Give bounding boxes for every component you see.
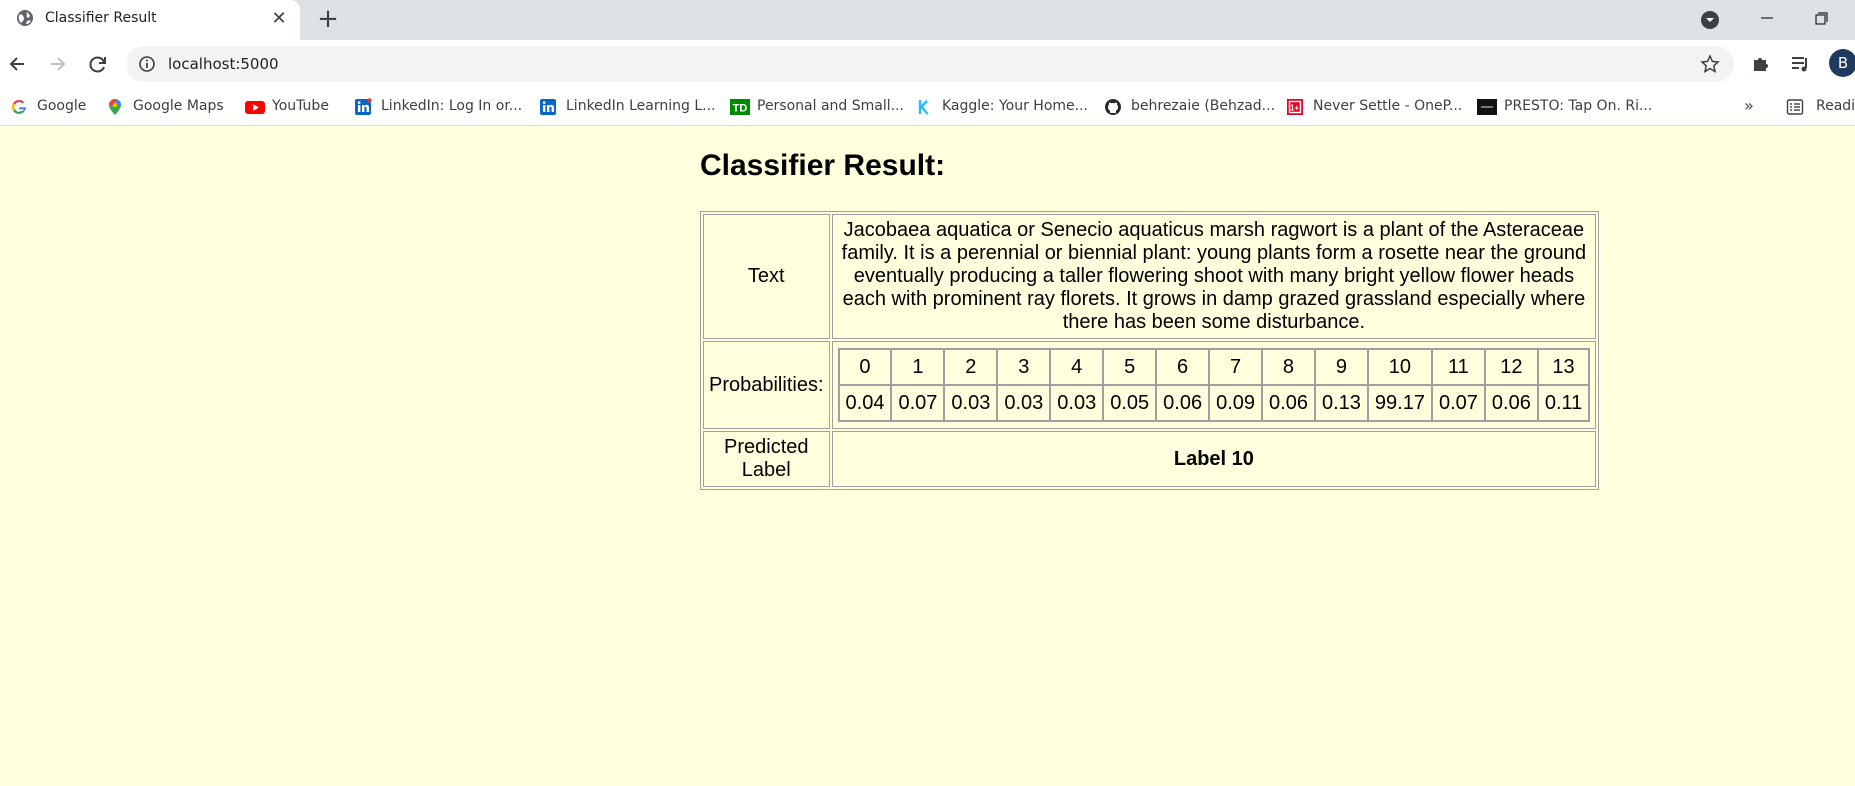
probability-value-cell: 0.03: [944, 385, 998, 421]
probability-value-cell: 99.17: [1367, 385, 1432, 421]
reload-icon[interactable]: [84, 50, 112, 78]
forward-arrow-icon[interactable]: [43, 50, 71, 78]
page-content: Classifier Result: Text Jacobaea aquatic…: [0, 127, 1855, 786]
probability-value-cell: 0.06: [1484, 385, 1538, 421]
svg-text:TD: TD: [733, 103, 748, 115]
class-label-cell: 8: [1262, 349, 1315, 385]
td-bank-icon: TD: [730, 98, 750, 116]
tab-search-icon[interactable]: [1698, 8, 1722, 32]
probabilities-cell: 0 1 2 3 4 5 6 7 8 9 10 11 12 13 0.04 0.0…: [831, 341, 1597, 429]
address-bar[interactable]: localhost:5000: [126, 46, 1734, 82]
bookmarks-overflow-button[interactable]: »: [1744, 96, 1754, 115]
probability-value-cell: 0.04: [838, 385, 892, 421]
youtube-icon: [245, 98, 265, 116]
text-row-header: Text: [703, 214, 830, 339]
bookmark-label: LinkedIn Learning L...: [566, 98, 716, 114]
kaggle-icon: [915, 98, 933, 116]
probability-value-cell: 0.03: [1050, 385, 1104, 421]
restore-window-icon[interactable]: [1806, 4, 1836, 32]
probability-value-cell: 0.09: [1209, 385, 1263, 421]
probability-value-cell: 0.07: [891, 385, 945, 421]
tab-title: Classifier Result: [45, 10, 157, 26]
bookmark-star-icon[interactable]: [1700, 54, 1720, 74]
bookmark-label: behrezaie (Behzad...: [1131, 98, 1276, 114]
class-label-cell: 5: [1103, 349, 1157, 385]
presto-icon: [1477, 98, 1497, 116]
class-label-cell: 11: [1431, 349, 1485, 385]
bookmark-label: Personal and Small...: [757, 98, 904, 114]
probability-values-row: 0.04 0.07 0.03 0.03 0.03 0.05 0.06 0.09 …: [838, 385, 1590, 421]
classifier-result-table: Text Jacobaea aquatica or Senecio aquati…: [700, 211, 1600, 490]
extensions-puzzle-icon[interactable]: [1747, 50, 1775, 78]
site-info-icon[interactable]: [138, 55, 156, 73]
bookmark-label: LinkedIn: Log In or...: [381, 98, 523, 114]
class-label-cell: 7: [1209, 349, 1263, 385]
svg-text:1+: 1+: [1290, 104, 1299, 113]
class-label-cell: 1: [891, 349, 945, 385]
page-title: Classifier Result:: [700, 149, 946, 182]
text-row: Text Jacobaea aquatica or Senecio aquati…: [703, 214, 1597, 339]
class-label-cell: 13: [1537, 349, 1590, 385]
bookmarks-bar: Google Google Maps YouTube LinkedIn: Log…: [0, 88, 1855, 126]
globe-icon: [16, 9, 34, 27]
reading-list-icon: [1786, 98, 1804, 121]
reading-list-label: Readin: [1816, 98, 1855, 114]
browser-toolbar: localhost:5000 B: [0, 40, 1855, 88]
predicted-label-row-header: Predicted Label: [703, 431, 830, 487]
class-label-cell: 12: [1484, 349, 1538, 385]
linkedin-icon: [354, 98, 372, 116]
profile-avatar[interactable]: B: [1829, 49, 1855, 77]
probability-value-cell: 0.11: [1537, 385, 1590, 421]
close-tab-icon[interactable]: ✕: [268, 8, 290, 30]
bookmark-label: Google Maps: [133, 98, 224, 114]
class-label-cell: 3: [997, 349, 1051, 385]
class-label-cell: 0: [838, 349, 892, 385]
probabilities-table: 0 1 2 3 4 5 6 7 8 9 10 11 12 13 0.04 0.0…: [837, 348, 1591, 422]
tab-strip: Classifier Result ✕ +: [0, 0, 1855, 40]
linkedin-icon: [539, 98, 557, 116]
bookmark-label: Never Settle - OneP...: [1313, 98, 1463, 114]
probability-value-cell: 0.05: [1103, 385, 1157, 421]
predicted-label-row: Predicted Label Label 10: [703, 431, 1597, 487]
bookmark-label: YouTube: [272, 98, 329, 114]
minimize-window-icon[interactable]: [1752, 4, 1782, 32]
class-label-cell: 9: [1314, 349, 1368, 385]
new-tab-button[interactable]: +: [314, 6, 342, 34]
input-text-cell: Jacobaea aquatica or Senecio aquaticus m…: [831, 214, 1597, 339]
probability-value-cell: 0.06: [1156, 385, 1210, 421]
probability-value-cell: 0.07: [1431, 385, 1485, 421]
bookmark-label: PRESTO: Tap On. Ri...: [1504, 98, 1653, 114]
probabilities-row-header: Probabilities:: [703, 341, 830, 429]
maps-pin-icon: [106, 98, 124, 116]
predicted-label-value: Label 10: [831, 431, 1597, 487]
probability-value-cell: 0.13: [1314, 385, 1368, 421]
oneplus-icon: 1+: [1286, 98, 1304, 116]
class-label-cell: 6: [1156, 349, 1210, 385]
google-icon: [10, 98, 28, 116]
probability-labels-row: 0 1 2 3 4 5 6 7 8 9 10 11 12 13: [838, 349, 1590, 385]
class-label-cell: 10: [1367, 349, 1432, 385]
class-label-cell: 2: [944, 349, 998, 385]
class-label-cell: 4: [1050, 349, 1104, 385]
back-arrow-icon[interactable]: [4, 50, 32, 78]
media-controls-icon[interactable]: [1786, 50, 1814, 78]
github-icon: [1104, 98, 1122, 116]
bookmark-label: Google: [37, 98, 87, 114]
tab-classifier-result[interactable]: Classifier Result ✕: [0, 0, 300, 40]
probabilities-row: Probabilities: 0 1 2 3 4 5 6 7 8 9 10 11…: [703, 341, 1597, 429]
url-text[interactable]: localhost:5000: [168, 55, 279, 73]
probability-value-cell: 0.03: [997, 385, 1051, 421]
probability-value-cell: 0.06: [1262, 385, 1315, 421]
bookmark-label: Kaggle: Your Home...: [942, 98, 1088, 114]
